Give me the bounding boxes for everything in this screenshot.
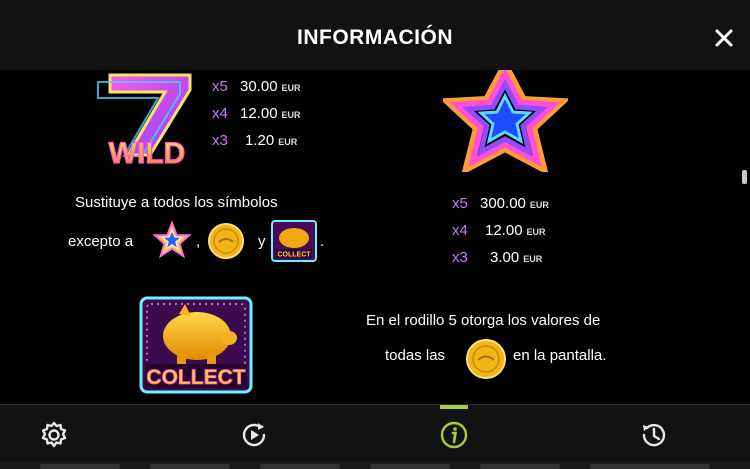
currency: EUR [526,227,546,237]
star-paytable: x5 300.00 EUR x4 12.00 EUR x3 3.00 EUR [452,191,549,272]
description-text: todas las [385,347,446,364]
gear-icon[interactable] [38,419,70,451]
info-icon[interactable] [438,419,470,451]
payout-value: 30.00 [240,78,278,95]
page-title: INFORMACIÓN [297,26,453,49]
collect-pig-icon: COLLECT [271,220,317,262]
payout-value: 3.00 [490,249,520,266]
wild-seven-symbol-icon: WILD [97,73,192,170]
collect-description-line2: todas las en la pantalla. [385,338,645,380]
game-footer-strip [0,462,750,469]
currency: EUR [278,137,298,147]
wild-paytable: x5 30.00 EUR x4 12.00 EUR x3 1.20 EUR [212,74,301,155]
description-text: , [196,233,201,250]
wild-description-line1: Sustituye a todos los símbolos [75,194,278,211]
currency: EUR [523,254,543,264]
multiplier: x4 [452,222,468,239]
description-text: en la pantalla. [513,347,607,364]
header-bar: INFORMACIÓN [0,0,750,71]
collect-symbol-icon: COLLECT [139,296,253,394]
multiplier: x4 [212,105,228,122]
active-tab-indicator [440,405,468,409]
bottom-nav [0,404,750,463]
payout-value: 1.20 [245,132,275,149]
wild-description-line2: excepto a , y COLLECT . [68,220,338,264]
multiplier: x5 [212,78,228,95]
wild-label: WILD [109,137,186,170]
description-text: excepto a [68,233,134,250]
multiplier: x3 [452,249,468,266]
wild-payout-row: x3 1.20 EUR [212,128,301,155]
star-symbol-icon [443,70,568,172]
star-payout-row: x5 300.00 EUR [452,191,549,218]
currency: EUR [281,83,301,93]
wild-payout-row: x4 12.00 EUR [212,101,301,128]
collect-label: COLLECT [146,366,245,389]
currency: EUR [529,200,549,210]
autoplay-icon[interactable] [238,419,270,451]
coin-icon [466,339,506,379]
scrollbar-thumb[interactable] [742,170,747,184]
svg-text:COLLECT: COLLECT [277,252,311,259]
history-icon[interactable] [638,419,670,451]
multiplier: x3 [212,132,228,149]
coin-icon [208,223,244,259]
payout-value: 12.00 [485,222,523,239]
info-content[interactable]: WILD x5 30.00 EUR x4 12.00 EUR x3 1.20 EUR Sus… [0,70,750,404]
payout-value: 300.00 [480,195,526,212]
multiplier: x5 [452,195,468,212]
description-text: . [320,233,325,250]
star-payout-row: x4 12.00 EUR [452,218,549,245]
star-icon [153,220,191,259]
payout-value: 12.00 [240,105,278,122]
collect-description-line1: En el rodillo 5 otorga los valores de [366,312,601,329]
star-payout-row: x3 3.00 EUR [452,245,549,272]
wild-payout-row: x5 30.00 EUR [212,74,301,101]
description-text: y [258,233,266,250]
close-icon[interactable] [706,20,742,56]
currency: EUR [281,110,301,120]
